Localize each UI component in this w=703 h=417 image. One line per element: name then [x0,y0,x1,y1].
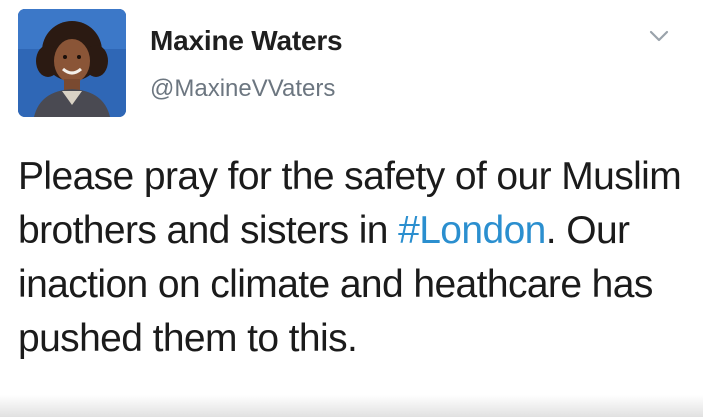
user-handle[interactable]: @MaxineVVaters [150,75,335,103]
tweet-text: Please pray for the safety of our Muslim… [18,150,698,366]
profile-photo-icon [18,9,126,117]
display-name[interactable]: Maxine Waters [150,25,343,57]
bottom-edge-shade [0,395,703,417]
hashtag-link[interactable]: #London [398,209,546,252]
avatar[interactable] [18,9,126,117]
tweet-card: Maxine Waters @MaxineVVaters Please pray… [0,0,703,417]
chevron-down-icon[interactable] [648,28,670,44]
